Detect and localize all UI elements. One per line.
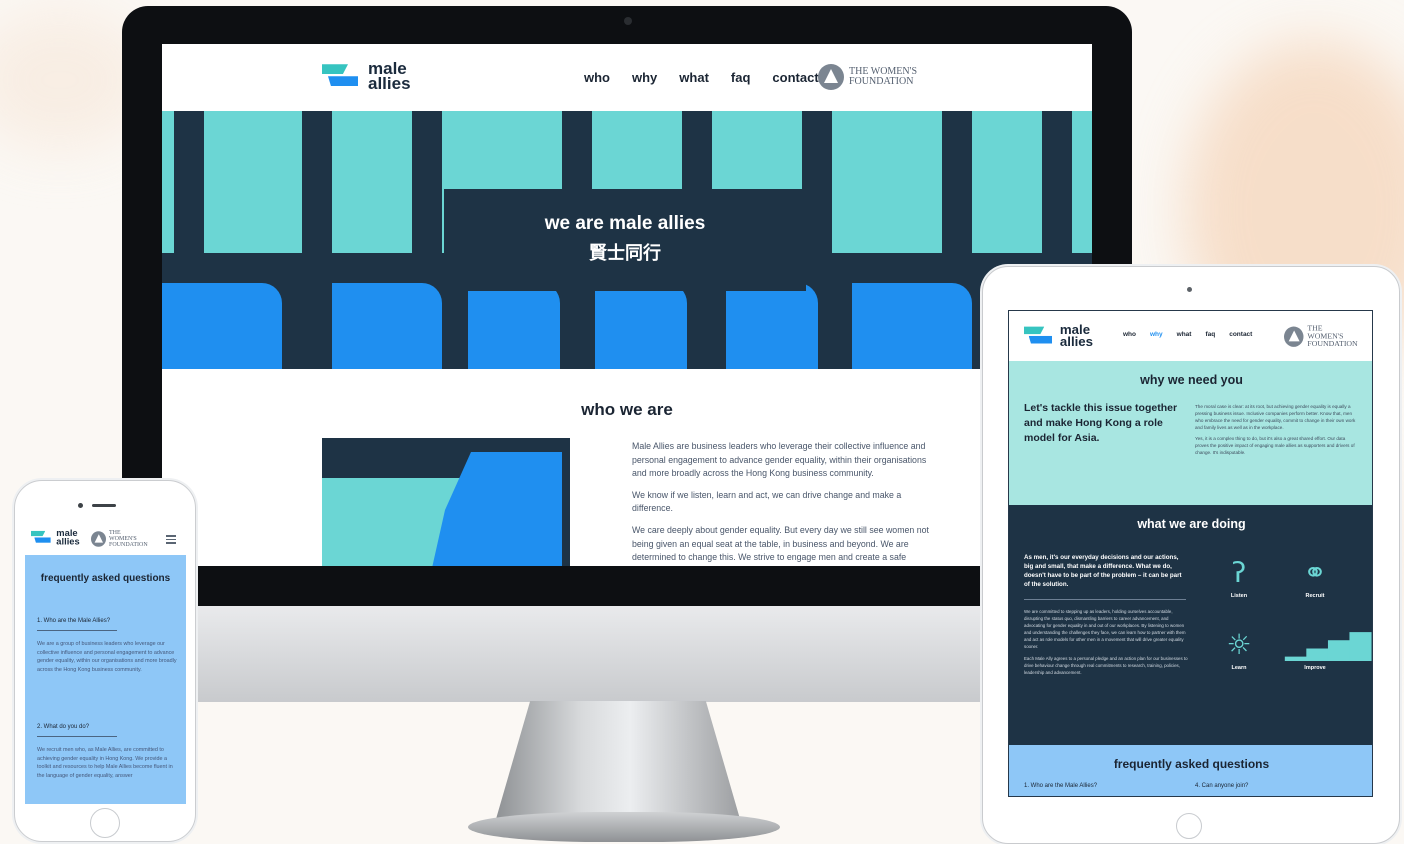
improve-label: Improve bbox=[1304, 665, 1326, 671]
why-paragraph-2: Yes, it is a complex thing to do, but it… bbox=[1195, 436, 1355, 455]
phone-partner-logo[interactable]: THE WOMEN'S FOUNDATION bbox=[91, 530, 148, 548]
hero-title: we are male allies bbox=[544, 213, 706, 234]
section-title-who: who we are bbox=[581, 400, 673, 419]
womens-foundation-emblem-icon bbox=[818, 64, 844, 90]
partner-word-2: FOUNDATION bbox=[109, 541, 148, 548]
nav-link-contact[interactable]: contact bbox=[772, 70, 818, 85]
handshake-icon: ⚭ bbox=[1303, 556, 1327, 589]
tablet-nav-what[interactable]: what bbox=[1177, 331, 1192, 338]
recruit-item: ⚭ Recruit bbox=[1285, 556, 1345, 600]
imac-stand bbox=[496, 701, 740, 819]
partner-word-2: FOUNDATION bbox=[1307, 339, 1358, 349]
doing-paragraph-1: We are committed to stepping up as leade… bbox=[1024, 609, 1186, 649]
tablet-nav-who[interactable]: who bbox=[1123, 331, 1136, 338]
doing-lead: As men, it's our everyday decisions and … bbox=[1024, 554, 1182, 588]
who-paragraph-3: We care deeply about gender equality. Bu… bbox=[632, 524, 929, 566]
divider bbox=[37, 736, 117, 737]
tablet-nav-why[interactable]: why bbox=[1150, 331, 1163, 338]
desktop-nav-links: who why what faq contact bbox=[584, 70, 819, 85]
iphone-speaker bbox=[92, 504, 116, 507]
why-paragraph-1: The moral case is clear: at its root, bu… bbox=[1195, 404, 1356, 430]
doing-section: what we are doing As men, it's our every… bbox=[1009, 505, 1372, 745]
listen-label: Listen bbox=[1230, 593, 1248, 599]
nav-link-faq[interactable]: faq bbox=[731, 70, 751, 85]
who-paragraph-2: We know if we listen, learn and act, we … bbox=[632, 489, 902, 514]
doing-body: We are committed to stepping up as leade… bbox=[1024, 608, 1189, 681]
tablet-nav-faq[interactable]: faq bbox=[1205, 331, 1215, 338]
nav-link-what[interactable]: what bbox=[679, 70, 709, 85]
desktop-screen: male allies who why what faq contact THE … bbox=[162, 44, 1092, 566]
tablet-faq-question-4[interactable]: 4. Can anyone join? bbox=[1195, 783, 1248, 789]
tablet-faq-question-1[interactable]: 1. Who are the Male Allies? bbox=[1024, 783, 1097, 789]
iphone-camera bbox=[78, 503, 83, 508]
who-paragraph-1: Male Allies are business leaders who lev… bbox=[632, 441, 927, 479]
nav-link-who[interactable]: who bbox=[584, 70, 610, 85]
improve-item: ▁▃▅▇ Improve bbox=[1285, 628, 1372, 672]
partner-word-2: FOUNDATION bbox=[849, 76, 914, 87]
logo-word-2: allies bbox=[368, 74, 411, 94]
divider bbox=[37, 630, 117, 631]
why-body: The moral case is clear: at its root, bu… bbox=[1195, 403, 1360, 460]
phone-faq-title: frequently asked questions bbox=[40, 573, 171, 584]
why-title: why we need you bbox=[1140, 373, 1243, 387]
womens-foundation-emblem-icon bbox=[91, 531, 107, 547]
phone-nav: male allies THE WOMEN'S FOUNDATION bbox=[25, 522, 186, 555]
tablet-partner-logo[interactable]: THE WOMEN'S FOUNDATION bbox=[1284, 325, 1358, 348]
partner-word-1: THE WOMEN'S bbox=[109, 529, 137, 542]
tablet-faq-section: frequently asked questions 1. Who are th… bbox=[1009, 745, 1372, 796]
phone-faq-question-2[interactable]: 2. What do you do? bbox=[37, 724, 89, 730]
desktop-nav: male allies who why what faq contact THE … bbox=[162, 44, 1092, 111]
tablet-nav-links: who why what faq contact bbox=[1123, 331, 1252, 338]
tablet-logo[interactable]: male allies bbox=[1024, 323, 1094, 350]
phone-faq-answer-1: We are a group of business leaders who l… bbox=[37, 641, 177, 673]
male-allies-logo[interactable]: male allies bbox=[322, 60, 411, 94]
recruit-label: Recruit bbox=[1305, 593, 1325, 599]
who-illustration bbox=[322, 438, 570, 566]
womens-foundation-logo[interactable]: THE WOMEN'S FOUNDATION bbox=[818, 64, 917, 90]
bar-chart-icon: ▁▃▅▇ bbox=[1285, 628, 1372, 661]
listen-item: ʔ Listen bbox=[1209, 556, 1269, 600]
phone-logo[interactable]: male allies bbox=[31, 528, 80, 547]
imac-base bbox=[468, 812, 780, 842]
womens-foundation-emblem-icon bbox=[1284, 326, 1304, 347]
iphone-home-button[interactable] bbox=[90, 808, 120, 838]
why-lead: Let's tackle this issue together and mak… bbox=[1024, 402, 1178, 444]
nav-link-why[interactable]: why bbox=[632, 70, 657, 85]
tablet-nav-contact[interactable]: contact bbox=[1229, 331, 1252, 338]
imac-camera bbox=[624, 17, 632, 25]
who-text: Male Allies are business leaders who lev… bbox=[632, 440, 932, 566]
learn-label: Learn bbox=[1231, 665, 1247, 671]
tablet-screen: male allies who why what faq contact THE … bbox=[1008, 310, 1373, 797]
logo-mark-icon bbox=[1024, 325, 1055, 347]
hero-banner: we are male allies 賢士同行 bbox=[162, 111, 1092, 369]
doing-paragraph-2: Each Male Ally agrees to a personal pled… bbox=[1024, 656, 1188, 675]
ipad-camera bbox=[1187, 287, 1192, 292]
hamburger-menu-icon[interactable] bbox=[166, 535, 176, 546]
logo-word-2: allies bbox=[1059, 334, 1094, 350]
why-section: why we need you Let's tackle this issue … bbox=[1009, 361, 1372, 505]
logo-mark-icon bbox=[31, 530, 53, 545]
partner-word-1: THE WOMEN'S bbox=[1307, 324, 1344, 341]
lightbulb-icon: ☼ bbox=[1226, 628, 1252, 661]
phone-faq-question-1[interactable]: 1. Who are the Male Allies? bbox=[37, 618, 110, 624]
phone-faq-answer-2: We recruit men who, as Male Allies, are … bbox=[37, 747, 173, 779]
phone-screen: male allies THE WOMEN'S FOUNDATION frequen… bbox=[25, 522, 186, 804]
tablet-nav: male allies who why what faq contact THE … bbox=[1009, 311, 1372, 361]
imac-chin bbox=[122, 606, 1132, 702]
divider bbox=[1024, 599, 1186, 600]
ipad-home-button[interactable] bbox=[1176, 813, 1202, 839]
logo-word-2: allies bbox=[56, 536, 80, 547]
hero-subtitle: 賢士同行 bbox=[589, 243, 661, 264]
tablet-faq-title: frequently asked questions bbox=[1113, 757, 1270, 771]
learn-item: ☼ Learn bbox=[1209, 628, 1269, 672]
doing-title: what we are doing bbox=[1137, 517, 1246, 531]
logo-mark-icon bbox=[322, 62, 362, 90]
ear-icon: ʔ bbox=[1231, 556, 1247, 589]
